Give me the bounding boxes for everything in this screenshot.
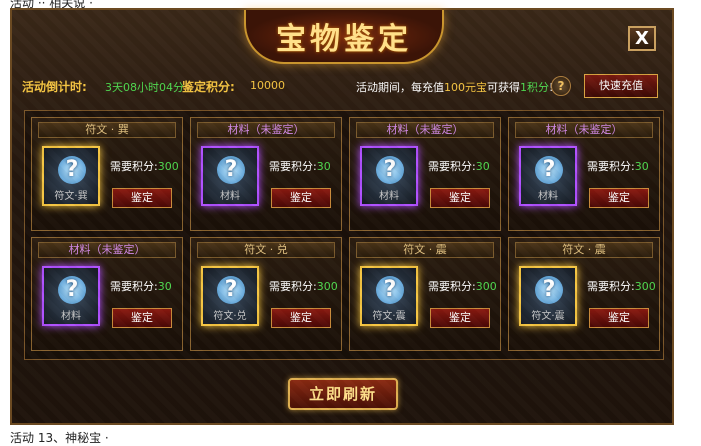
- help-icon[interactable]: ?: [551, 76, 571, 96]
- item-slot[interactable]: ? 符文·巽: [42, 146, 100, 206]
- promo-text: 活动期间，每充值100元宝可获得1积分!: [356, 79, 553, 95]
- appraise-button[interactable]: 鉴定: [430, 188, 490, 208]
- item-slot-label: 符文·震: [531, 311, 565, 322]
- required-points-value: 30: [157, 280, 172, 293]
- item-card: 符文 · 兑 ? 符文·兑 需要积分:300 鉴定: [190, 237, 342, 351]
- quick-recharge-button[interactable]: 快速充值: [584, 74, 658, 98]
- item-title: 材料（未鉴定）: [356, 122, 494, 138]
- appraisal-points-label: 鉴定积分:: [182, 80, 235, 94]
- item-title: 材料（未鉴定）: [515, 122, 653, 138]
- window-title: 宝物鉴定: [276, 22, 412, 57]
- item-card: 材料（未鉴定） ? 材料 需要积分:30 鉴定: [190, 117, 342, 231]
- question-mark-icon: ?: [217, 276, 245, 304]
- close-icon: X: [635, 28, 649, 49]
- page-bottom-text: 活动 13、神秘宝 ·: [10, 431, 109, 445]
- required-points: 需要积分:30: [587, 158, 649, 174]
- appraise-button[interactable]: 鉴定: [112, 308, 172, 328]
- item-slot-label: 材料: [61, 311, 81, 322]
- item-slot-label: 材料: [379, 191, 399, 202]
- appraise-button[interactable]: 鉴定: [271, 188, 331, 208]
- required-points-value: 300: [316, 280, 338, 293]
- item-card: 符文 · 震 ? 符文·震 需要积分:300 鉴定: [349, 237, 501, 351]
- required-points: 需要积分:300: [587, 278, 656, 294]
- item-title: 材料（未鉴定）: [38, 242, 176, 258]
- item-slot-label: 符文·震: [372, 311, 406, 322]
- page-top-strip: 活动 ·· 相关说 ·: [0, 0, 701, 10]
- appraise-button[interactable]: 鉴定: [589, 308, 649, 328]
- item-slot-label: 符文·兑: [213, 311, 247, 322]
- required-points-value: 300: [634, 280, 656, 293]
- appraisal-points-value: 10000: [250, 79, 285, 92]
- required-points-label: 需要积分:: [428, 160, 476, 173]
- appraise-button[interactable]: 鉴定: [430, 308, 490, 328]
- item-slot[interactable]: ? 材料: [360, 146, 418, 206]
- required-points: 需要积分:30: [428, 158, 490, 174]
- appraise-button[interactable]: 鉴定: [271, 308, 331, 328]
- item-slot[interactable]: ? 符文·兑: [201, 266, 259, 326]
- promo-middle: 可获得: [487, 81, 520, 94]
- countdown-value: 3天08小时04分: [105, 81, 184, 94]
- required-points: 需要积分:30: [110, 278, 172, 294]
- item-card: 材料（未鉴定） ? 材料 需要积分:30 鉴定: [31, 237, 183, 351]
- appraise-button[interactable]: 鉴定: [589, 188, 649, 208]
- item-grid: 符文 · 巽 ? 符文·巽 需要积分:300 鉴定 材料（未鉴定） ? 材料 需…: [24, 110, 664, 360]
- item-slot-label: 材料: [220, 191, 240, 202]
- question-mark-icon: ?: [376, 156, 404, 184]
- item-title: 符文 · 巽: [38, 122, 176, 138]
- question-mark-icon: ?: [535, 156, 563, 184]
- treasure-appraisal-window: 宝物鉴定 X 活动倒计时: 3天08小时04分 鉴定积分: 10000 活动期间…: [10, 8, 674, 425]
- required-points: 需要积分:30: [269, 158, 331, 174]
- item-slot[interactable]: ? 材料: [201, 146, 259, 206]
- countdown-label: 活动倒计时:: [22, 80, 87, 94]
- required-points-label: 需要积分:: [110, 280, 158, 293]
- appraise-button[interactable]: 鉴定: [112, 188, 172, 208]
- item-card: 材料（未鉴定） ? 材料 需要积分:30 鉴定: [349, 117, 501, 231]
- required-points-label: 需要积分:: [110, 160, 158, 173]
- item-card: 符文 · 震 ? 符文·震 需要积分:300 鉴定: [508, 237, 660, 351]
- refresh-now-button[interactable]: 立即刷新: [288, 378, 398, 410]
- required-points-label: 需要积分:: [428, 280, 476, 293]
- promo-prefix: 活动期间，每充值: [356, 81, 444, 94]
- required-points-value: 30: [316, 160, 331, 173]
- question-mark-icon: ?: [217, 156, 245, 184]
- required-points: 需要积分:300: [110, 158, 179, 174]
- info-bar: 活动倒计时: 3天08小时04分 鉴定积分: 10000 活动期间，每充值100…: [22, 74, 658, 98]
- item-title: 材料（未鉴定）: [197, 122, 335, 138]
- question-mark-icon: ?: [58, 156, 86, 184]
- item-title: 符文 · 兑: [197, 242, 335, 258]
- item-slot[interactable]: ? 材料: [519, 146, 577, 206]
- item-slot-label: 符文·巽: [54, 191, 88, 202]
- item-slot[interactable]: ? 符文·震: [360, 266, 418, 326]
- item-card: 符文 · 巽 ? 符文·巽 需要积分:300 鉴定: [31, 117, 183, 231]
- promo-amount: 100元宝: [444, 81, 487, 94]
- item-slot[interactable]: ? 符文·震: [519, 266, 577, 326]
- required-points-label: 需要积分:: [269, 160, 317, 173]
- promo-points: 1积分: [520, 81, 549, 94]
- required-points-label: 需要积分:: [269, 280, 317, 293]
- required-points-value: 300: [475, 280, 497, 293]
- required-points-label: 需要积分:: [587, 280, 635, 293]
- required-points-value: 30: [475, 160, 490, 173]
- required-points-value: 300: [157, 160, 179, 173]
- item-slot-label: 材料: [538, 191, 558, 202]
- required-points: 需要积分:300: [428, 278, 497, 294]
- required-points-label: 需要积分:: [587, 160, 635, 173]
- question-mark-icon: ?: [58, 276, 86, 304]
- question-mark-icon: ?: [376, 276, 404, 304]
- title-banner: 宝物鉴定: [244, 10, 444, 64]
- required-points: 需要积分:300: [269, 278, 338, 294]
- question-mark-icon: ?: [535, 276, 563, 304]
- item-slot[interactable]: ? 材料: [42, 266, 100, 326]
- required-points-value: 30: [634, 160, 649, 173]
- item-card: 材料（未鉴定） ? 材料 需要积分:30 鉴定: [508, 117, 660, 231]
- page-bottom-strip: 活动 13、神秘宝 ·: [0, 425, 701, 445]
- close-button[interactable]: X: [628, 26, 656, 51]
- item-title: 符文 · 震: [515, 242, 653, 258]
- item-title: 符文 · 震: [356, 242, 494, 258]
